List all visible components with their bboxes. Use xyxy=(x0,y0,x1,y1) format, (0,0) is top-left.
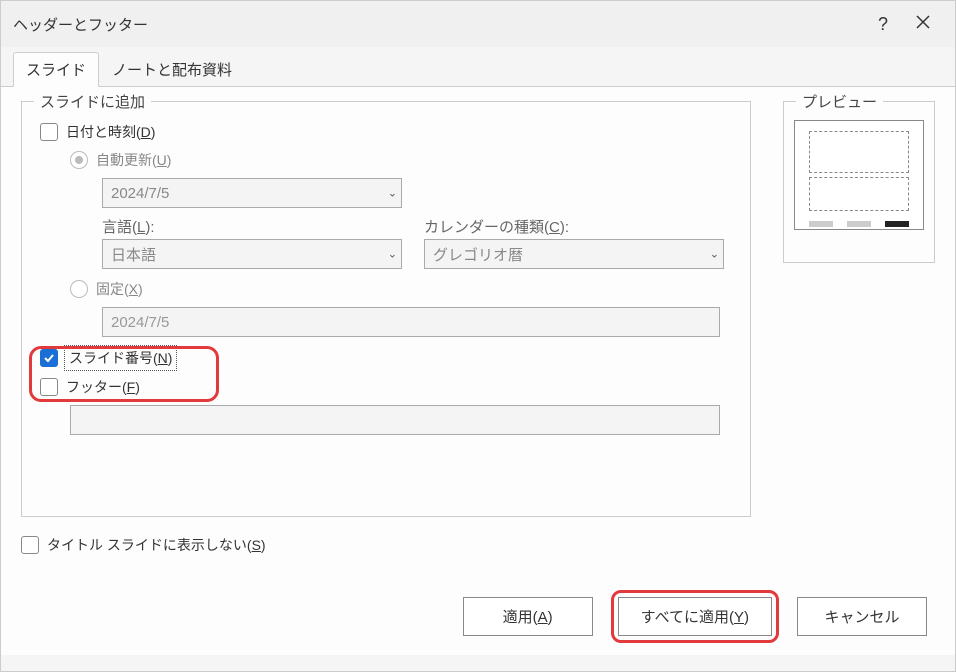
calendar-type-select[interactable]: グレゴリオ暦 ⌄ xyxy=(424,239,724,269)
calendar-type-label: カレンダーの種類(C): xyxy=(424,216,724,237)
footer-label: フッター(F) xyxy=(66,377,140,397)
preview-legend: プレビュー xyxy=(796,91,883,112)
slide-preview xyxy=(794,120,924,230)
date-format-select[interactable]: 2024/7/5 ⌄ xyxy=(102,178,402,208)
chevron-down-icon: ⌄ xyxy=(388,248,397,261)
datetime-label: 日付と時刻(D) xyxy=(66,122,155,142)
chevron-down-icon: ⌄ xyxy=(710,248,719,261)
chevron-down-icon: ⌄ xyxy=(388,187,397,200)
auto-update-radio[interactable] xyxy=(70,151,88,169)
apply-all-button[interactable]: すべてに適用(Y) xyxy=(618,597,772,636)
slide-number-label: スライド番号(N) xyxy=(66,347,175,369)
language-select[interactable]: 日本語 ⌄ xyxy=(102,239,402,269)
footer-checkbox[interactable] xyxy=(40,378,58,396)
help-button[interactable]: ? xyxy=(863,9,903,39)
add-to-slide-legend: スライドに追加 xyxy=(34,91,151,112)
cancel-button[interactable]: キャンセル xyxy=(797,597,927,636)
fixed-radio[interactable] xyxy=(70,280,88,298)
tab-notes-handouts[interactable]: ノートと配布資料 xyxy=(99,52,245,87)
footer-input[interactable] xyxy=(70,405,720,435)
add-to-slide-group: スライドに追加 日付と時刻(D) 自動更新(U) 2024/7/5 ⌄ xyxy=(21,101,751,517)
slide-number-checkbox[interactable] xyxy=(40,349,58,367)
preview-group: プレビュー xyxy=(783,101,935,263)
auto-update-label: 自動更新(U) xyxy=(96,150,171,170)
datetime-checkbox[interactable] xyxy=(40,123,58,141)
fixed-date-input[interactable]: 2024/7/5 xyxy=(102,307,720,337)
apply-all-highlight: すべてに適用(Y) xyxy=(611,590,779,643)
dont-show-title-checkbox[interactable] xyxy=(21,536,39,554)
dont-show-title-label: タイトル スライドに表示しない(S) xyxy=(47,535,266,555)
close-button[interactable] xyxy=(903,9,943,39)
language-label: 言語(L): xyxy=(102,216,402,237)
fixed-label: 固定(X) xyxy=(96,279,143,299)
apply-button[interactable]: 適用(A) xyxy=(463,597,593,636)
tab-slide[interactable]: スライド xyxy=(13,52,99,87)
window-title: ヘッダーとフッター xyxy=(13,14,863,35)
